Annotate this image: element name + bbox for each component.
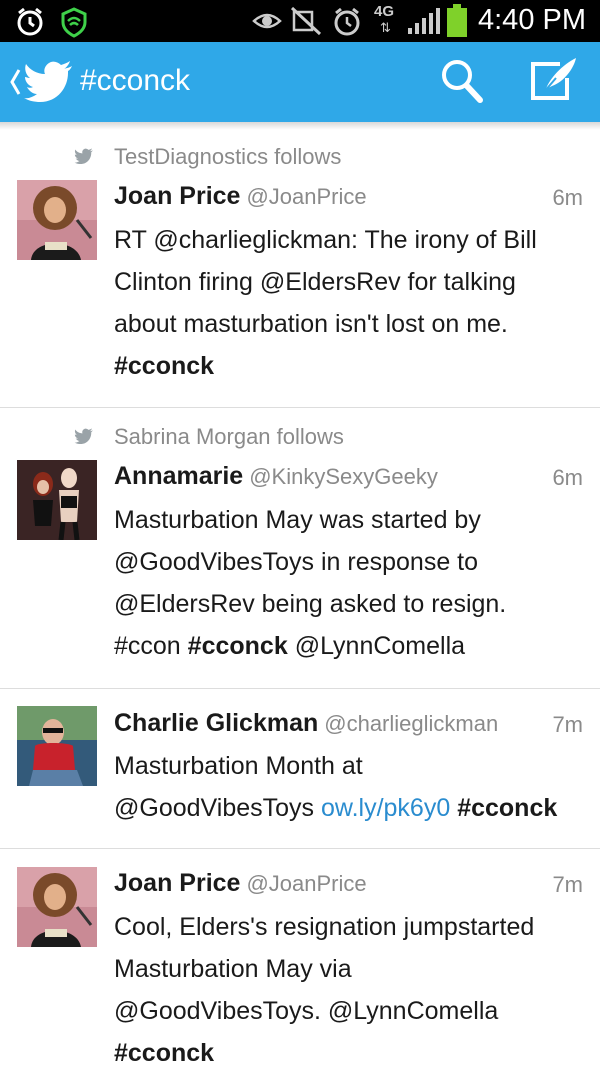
tweet-item[interactable]: Charlie Glickman @charlieglickman 7m Mast…	[0, 689, 600, 849]
mention-link[interactable]: @GoodVibesToys	[114, 794, 314, 822]
action-bar-shadow	[0, 122, 600, 130]
tweet-item[interactable]: TestDiagnostics follows Joan Price @JoanP…	[0, 130, 600, 408]
tweet-text-line: @EldersRev being asked to resign.	[114, 590, 507, 618]
twitter-bird-icon	[74, 148, 93, 164]
alarm-icon	[17, 7, 43, 36]
action-bar: #cconck	[0, 42, 600, 122]
tweet-text: Masturbation May was started by @GoodVib…	[114, 499, 584, 667]
back-icon[interactable]	[8, 62, 22, 102]
author-handle[interactable]: @charlieglickman	[324, 711, 498, 736]
tweet-text: Masturbation Month at @GoodVibesToys ow.…	[114, 745, 584, 829]
clock: 4:40 PM	[478, 4, 586, 36]
follow-note: TestDiagnostics follows	[114, 144, 342, 169]
signal-icon	[408, 8, 440, 34]
tweet-text: Cool, Elders's resignation jumpstarted M…	[114, 906, 584, 1074]
alarm-clock-icon	[334, 7, 360, 36]
tweet-text-line: Cool, Elders's resignation jumpstarted	[114, 913, 535, 941]
status-bar: 4G ⇅ 4:40 PM	[0, 0, 600, 42]
tweet-text-line: Clinton firing @EldersRev for talking	[114, 268, 516, 296]
hashtag-link[interactable]: #cconck	[457, 794, 557, 822]
twitter-bird-icon[interactable]	[24, 60, 74, 102]
network-type-label: 4G	[374, 3, 395, 20]
author-name[interactable]: Joan Price	[114, 182, 240, 210]
author-name[interactable]: Joan Price	[114, 869, 240, 897]
author-handle[interactable]: @KinkySexyGeeky	[249, 464, 438, 489]
tweet-time: 7m	[552, 872, 583, 897]
hashtag-link[interactable]: #cconck	[114, 1032, 584, 1074]
tweet-item[interactable]: Joan Price @JoanPrice 7m Cool, Elders's r…	[0, 849, 600, 1067]
follow-note: Sabrina Morgan follows	[114, 424, 344, 449]
avatar[interactable]	[17, 867, 97, 947]
hashtag-link[interactable]: #cconck	[188, 632, 288, 660]
avatar[interactable]	[17, 460, 97, 540]
url-link[interactable]: ow.ly/pk6y0	[321, 794, 450, 822]
twitter-bird-icon	[74, 428, 93, 444]
mention-link: @GoodVibesToys in response to	[114, 548, 479, 576]
battery-icon	[447, 4, 467, 37]
tweet-text-line: RT @charlieglickman: The irony of Bill	[114, 226, 537, 254]
tweet-author-line: Joan Price @JoanPrice	[114, 869, 367, 898]
author-handle[interactable]: @JoanPrice	[246, 871, 366, 896]
tweet-text-line: @GoodVibesToys. @LynnComella	[114, 997, 499, 1025]
tweet-text: RT @charlieglickman: The irony of Bill C…	[114, 219, 584, 387]
tweet-time: 6m	[552, 465, 583, 490]
tweet-text-line: Masturbation May was started by	[114, 506, 481, 534]
tweet-text-line: Masturbation Month at	[114, 752, 363, 780]
hashtag-link[interactable]: #cconck	[114, 345, 584, 387]
avatar[interactable]	[17, 706, 97, 786]
tweet-text-line: about masturbation isn't lost on me.	[114, 310, 508, 338]
search-icon[interactable]	[440, 58, 484, 104]
author-name[interactable]: Annamarie	[114, 462, 243, 490]
avatar[interactable]	[17, 180, 97, 260]
eye-icon	[252, 13, 282, 29]
tweet-text-line: Masturbation May via	[114, 955, 352, 983]
tweet-author-line: Charlie Glickman @charlieglickman	[114, 709, 498, 738]
mute-icon	[290, 6, 322, 36]
shield-icon	[61, 7, 87, 38]
tweet-time: 7m	[552, 712, 583, 737]
tweet-author-line: Annamarie @KinkySexyGeeky	[114, 462, 438, 491]
tweet-item[interactable]: Sabrina Morgan follows Annamarie @KinkySe…	[0, 408, 600, 689]
author-name[interactable]: Charlie Glickman	[114, 709, 318, 737]
data-arrows-icon: ⇅	[380, 20, 391, 35]
page-title: #cconck	[80, 64, 191, 97]
hashtag-link[interactable]: #ccon	[114, 632, 181, 660]
author-handle[interactable]: @JoanPrice	[246, 184, 366, 209]
tweet-time: 6m	[552, 185, 583, 210]
compose-icon[interactable]	[528, 56, 580, 104]
tweet-author-line: Joan Price @JoanPrice	[114, 182, 367, 211]
mention-link[interactable]: @LynnComella	[295, 632, 465, 660]
